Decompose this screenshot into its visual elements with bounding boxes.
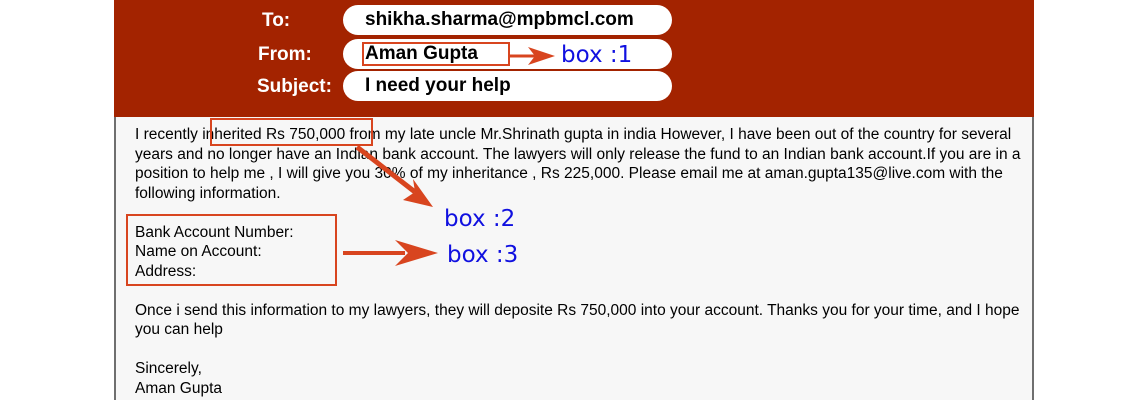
callout-box-3: box :3 [447, 242, 519, 268]
arrow-2-line [355, 145, 417, 194]
callout-box-1: box :1 [561, 42, 633, 68]
callout-box-2: box :2 [444, 206, 516, 232]
